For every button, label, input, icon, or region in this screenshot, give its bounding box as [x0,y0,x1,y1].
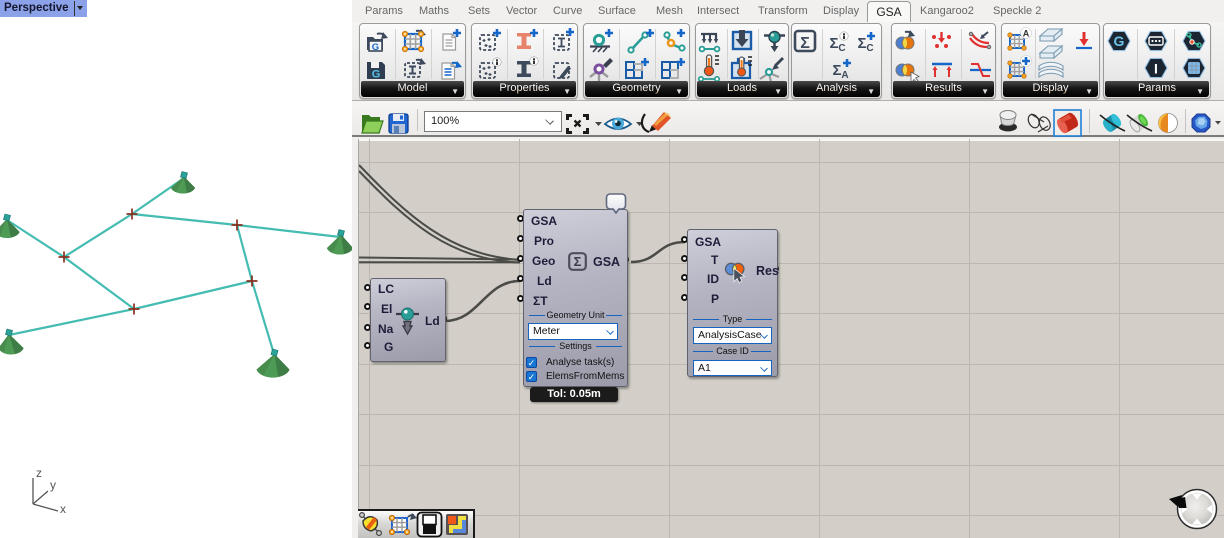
svg-text:y: y [50,478,56,492]
svg-text:Σ: Σ [574,254,582,269]
svg-text:x: x [60,502,66,516]
svg-text:Σ: Σ [800,35,810,52]
svg-text:I: I [1154,61,1158,77]
svg-text:C: C [866,43,873,54]
svg-text:G: G [372,69,381,81]
svg-text:Σ: Σ [857,35,866,52]
svg-text:G: G [1114,33,1125,49]
svg-text:z: z [36,466,42,480]
svg-text:Σ: Σ [832,62,841,79]
svg-text:A: A [841,70,848,81]
svg-text:A: A [1023,29,1030,39]
svg-text:C: C [838,43,845,54]
svg-text:Σ: Σ [829,35,838,52]
svg-text:G: G [372,42,379,53]
